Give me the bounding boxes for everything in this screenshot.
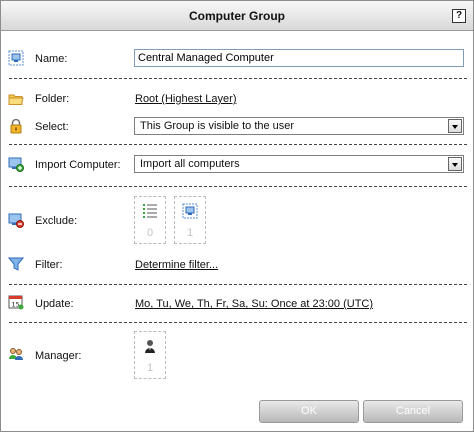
import-label: Import Computer: (35, 159, 121, 171)
list-icon (143, 204, 157, 218)
filter-row: Filter: Determine filter... (1, 255, 473, 273)
manager-label: Manager: (35, 350, 82, 362)
select-row: Select: This Group is visible to the use… (1, 116, 473, 136)
filter-icon (8, 257, 24, 271)
divider (9, 284, 467, 285)
user-icon (145, 340, 155, 353)
name-input[interactable] (134, 49, 464, 67)
exclude-computer-count: 1 (186, 227, 194, 239)
manager-row: Manager: 1 (1, 331, 473, 381)
ok-button[interactable]: OK (259, 400, 359, 423)
exclude-row: Exclude: 0 1 (1, 196, 473, 246)
filter-link[interactable]: Determine filter... (135, 259, 218, 271)
visibility-select[interactable]: This Group is visible to the user (134, 117, 464, 135)
help-button[interactable]: ? (452, 9, 466, 23)
divider (9, 322, 467, 323)
update-label: Update: (35, 298, 74, 310)
exclude-label: Exclude: (35, 215, 78, 227)
folder-label: Folder: (35, 93, 70, 105)
import-computer-icon (8, 157, 24, 172)
update-row: 15 Update: Mo, Tu, We, Th, Fr, Sa, Su: O… (1, 293, 473, 311)
folder-link[interactable]: Root (Highest Layer) (135, 93, 237, 105)
chevron-down-icon[interactable] (448, 157, 462, 171)
managers-icon (9, 348, 23, 360)
lock-icon (10, 118, 22, 134)
chevron-down-icon[interactable] (448, 119, 462, 133)
divider (9, 78, 467, 79)
name-row: Name: (1, 49, 473, 69)
filter-label: Filter: (35, 259, 63, 271)
exclude-computer-icon (8, 213, 24, 228)
select-label: Select: (35, 121, 69, 133)
folder-row: Folder: Root (Highest Layer) (1, 90, 473, 108)
dialog-title: Computer Group (189, 9, 285, 23)
import-select[interactable]: Import all computers (134, 155, 464, 173)
import-row: Import Computer: Import all computers (1, 154, 473, 174)
cancel-button[interactable]: Cancel (363, 400, 463, 423)
title-bar: Computer Group ? (1, 1, 473, 31)
import-select-value: Import all computers (140, 158, 240, 170)
folder-icon (8, 94, 24, 105)
exclude-computer-tile[interactable]: 1 (174, 196, 206, 244)
name-label: Name: (35, 53, 68, 65)
divider (9, 144, 467, 145)
computer-group-icon (8, 50, 24, 66)
update-schedule-link[interactable]: Mo, Tu, We, Th, Fr, Sa, Su: Once at 23:0… (135, 298, 373, 310)
computer-icon (182, 203, 198, 219)
manager-user-count: 1 (146, 362, 154, 374)
divider (9, 186, 467, 187)
exclude-list-count: 0 (146, 227, 154, 239)
calendar-icon: 15 (8, 295, 24, 310)
manager-user-tile[interactable]: 1 (134, 331, 166, 379)
exclude-list-tile[interactable]: 0 (134, 196, 166, 244)
visibility-select-value: This Group is visible to the user (140, 120, 295, 132)
computer-group-dialog: Computer Group ? Name: Folder: Root (Hig… (0, 0, 474, 432)
